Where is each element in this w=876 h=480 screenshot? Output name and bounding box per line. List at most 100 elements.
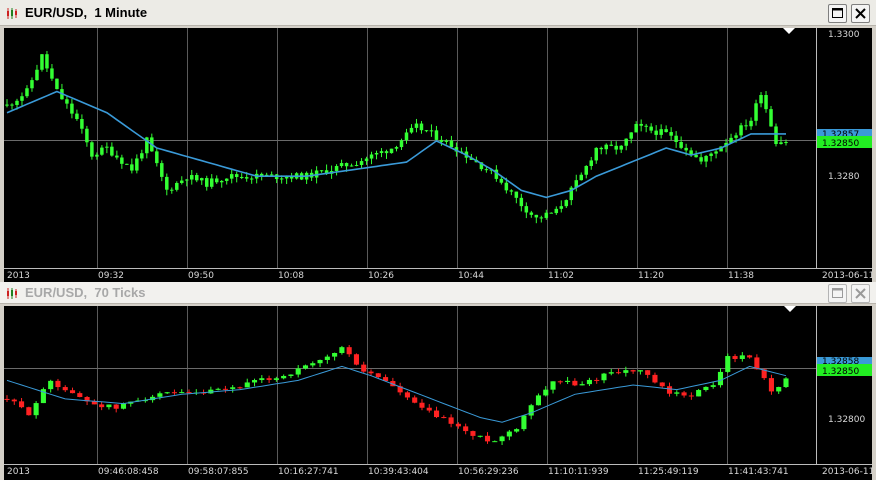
candle-down — [90, 142, 94, 157]
candle-down — [639, 123, 643, 126]
candle-down — [62, 387, 68, 391]
candle-up — [200, 178, 204, 181]
candle-down — [26, 407, 32, 416]
candle-down — [346, 347, 352, 355]
candle-up — [623, 370, 629, 373]
close-button[interactable] — [851, 284, 870, 303]
candle-up — [374, 153, 379, 155]
candle-up — [279, 178, 284, 180]
maximize-icon — [832, 8, 843, 18]
price-chart-1-minute[interactable]: 1.3300 1.3280 1.32857 1.32850 2013 09:32… — [4, 28, 872, 282]
candle-down — [424, 130, 429, 132]
window-titlebar[interactable]: EUR/USD, 1 Minute — [0, 0, 876, 26]
candle-up — [288, 374, 294, 376]
maximize-button[interactable] — [828, 4, 847, 23]
candle-down — [557, 381, 563, 383]
candle-down — [519, 197, 524, 207]
candle-down — [75, 113, 79, 120]
price-label: 1.3280 — [828, 172, 860, 182]
candle-down — [77, 393, 83, 397]
candle-up — [608, 372, 614, 374]
chart-window-70-ticks[interactable]: EUR/USD, 70 Ticks 1.32800 1.32858 1.3285… — [0, 282, 876, 480]
candle-down — [594, 379, 600, 381]
candle-up — [634, 123, 638, 133]
time-label: 2013-06-11 — [822, 271, 872, 281]
candle-down — [375, 373, 381, 378]
candle-up — [565, 380, 571, 382]
window-titlebar[interactable]: EUR/USD, 70 Ticks — [0, 282, 876, 304]
candle-up — [776, 387, 782, 392]
candle-up — [696, 390, 702, 397]
candle-up — [714, 151, 718, 154]
time-label: 11:38 — [728, 271, 754, 281]
close-button[interactable] — [851, 4, 870, 23]
time-label: 09:32 — [98, 271, 124, 281]
candle-down — [439, 139, 444, 142]
candle-up — [637, 370, 643, 372]
candle-up — [559, 206, 564, 209]
candle-up — [589, 160, 593, 166]
time-label: 09:58:07:855 — [188, 467, 249, 477]
candle-down — [426, 407, 432, 411]
candle-up — [725, 356, 731, 372]
candle-up — [429, 130, 434, 132]
candle-down — [170, 189, 174, 191]
candle-down — [732, 356, 738, 359]
candle-up — [224, 178, 229, 181]
candle-up — [190, 175, 194, 180]
candle-up — [399, 140, 404, 148]
candle-up — [624, 138, 628, 146]
candle-down — [549, 212, 554, 214]
candle-down — [774, 126, 778, 145]
candle-up — [40, 54, 44, 70]
candle-up — [319, 170, 324, 172]
candle-up — [106, 404, 112, 408]
candle-up — [703, 386, 709, 391]
candle-down — [666, 386, 673, 394]
candle-up — [120, 403, 127, 409]
candle-down — [113, 404, 119, 409]
candle-down — [186, 392, 192, 394]
candle-up — [584, 165, 589, 175]
candle-up — [259, 378, 265, 381]
candle-up — [709, 153, 713, 156]
candle-up — [284, 176, 289, 179]
candle-up — [444, 140, 449, 142]
candle-down — [449, 140, 454, 148]
time-label: 11:20 — [638, 271, 664, 281]
candle-down — [484, 435, 491, 442]
window-title: EUR/USD, 1 Minute — [25, 5, 148, 20]
candle-up — [339, 347, 345, 353]
candle-up — [734, 135, 738, 138]
candle-down — [204, 178, 209, 187]
chart-window-1-minute[interactable]: EUR/USD, 1 Minute 1.3300 1.3280 1.32857 … — [0, 0, 876, 282]
candle-up — [550, 381, 556, 390]
candle-up — [784, 142, 788, 144]
candle-down — [171, 392, 177, 394]
maximize-button[interactable] — [828, 284, 847, 303]
time-label: 2013 — [7, 271, 30, 281]
candle-down — [45, 54, 49, 69]
candle-up — [33, 403, 39, 416]
price-chart-70-ticks[interactable]: 1.32800 1.32858 1.32850 2013 09:46:08:45… — [4, 306, 872, 480]
candle-up — [105, 146, 109, 148]
time-label: 10:26 — [368, 271, 394, 281]
candle-up — [521, 415, 527, 430]
candle-up — [579, 384, 585, 386]
candle-down — [11, 399, 17, 402]
time-label: 2013-06-11 — [822, 467, 872, 477]
time-label: 11:02 — [548, 271, 574, 281]
time-label: 09:50 — [188, 271, 214, 281]
candle-down — [234, 174, 239, 177]
candle-down — [55, 380, 61, 388]
candle-up — [704, 155, 708, 162]
candle-down — [599, 147, 603, 150]
candle-down — [434, 130, 439, 140]
close-icon — [855, 288, 866, 299]
candle-down — [768, 378, 774, 392]
candle-up — [535, 395, 542, 406]
candle-down — [214, 178, 219, 183]
candle-up — [379, 151, 384, 154]
candle-up — [492, 441, 498, 443]
candle-up — [359, 161, 364, 165]
